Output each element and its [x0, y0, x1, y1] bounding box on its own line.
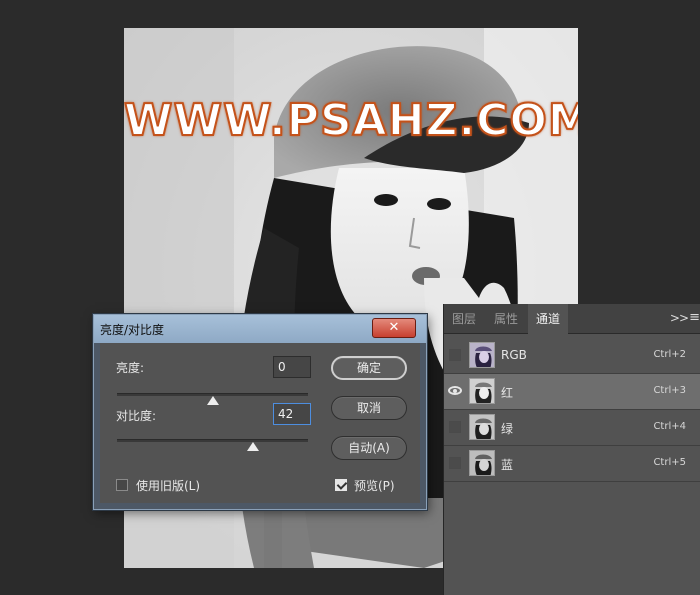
dialog-title: 亮度/对比度: [100, 323, 165, 337]
tab-layers[interactable]: 图层: [444, 304, 484, 334]
channel-thumbnail: [469, 414, 495, 440]
channels-panel: 图层 属性 通道 >> ≡ RGB Ctrl+2 红 Ctrl+3 绿 Ctrl…: [443, 304, 700, 595]
channel-name: RGB: [501, 348, 527, 362]
channel-thumbnail: [469, 378, 495, 404]
brightness-input[interactable]: 0: [273, 356, 311, 378]
watermark-text: WWW.PSAHZ.COM: [124, 94, 578, 147]
channel-row-green[interactable]: 绿 Ctrl+4: [444, 410, 700, 446]
contrast-label: 对比度:: [116, 409, 157, 423]
use-legacy-checkbox[interactable]: [116, 479, 128, 491]
channel-name: 绿: [501, 422, 514, 436]
eye-icon[interactable]: [448, 386, 462, 395]
auto-button[interactable]: 自动(A): [331, 436, 407, 460]
use-legacy-label: 使用旧版(L): [136, 479, 201, 493]
channel-row-blue[interactable]: 蓝 Ctrl+5: [444, 446, 700, 482]
preview-checkbox[interactable]: [335, 479, 347, 491]
dialog-titlebar[interactable]: 亮度/对比度 ✕: [94, 315, 426, 343]
brightness-slider-thumb[interactable]: [206, 396, 219, 405]
channel-shortcut: Ctrl+2: [653, 349, 686, 360]
contrast-slider-thumb[interactable]: [246, 442, 259, 451]
visibility-toggle[interactable]: [449, 457, 461, 469]
visibility-toggle[interactable]: [449, 349, 461, 361]
contrast-input[interactable]: 42: [273, 403, 311, 425]
ok-button[interactable]: 确定: [331, 356, 407, 380]
channel-thumbnail: [469, 342, 495, 368]
tab-channels[interactable]: 通道: [528, 304, 568, 335]
cancel-button[interactable]: 取消: [331, 396, 407, 420]
channel-row-red[interactable]: 红 Ctrl+3: [444, 374, 700, 410]
visibility-toggle[interactable]: [449, 421, 461, 433]
channel-name: 红: [501, 386, 514, 400]
double-chevron-right-icon[interactable]: >>: [670, 311, 689, 325]
close-button[interactable]: ✕: [372, 318, 416, 338]
channel-shortcut: Ctrl+5: [653, 457, 686, 468]
brightness-contrast-dialog: 亮度/对比度 ✕ 亮度: 0 对比度: 42 使用旧版(L) 确定 取消 自动(…: [93, 314, 427, 510]
channel-shortcut: Ctrl+3: [653, 385, 686, 396]
brightness-label: 亮度:: [116, 361, 145, 375]
preview-label: 预览(P): [354, 479, 395, 493]
channel-name: 蓝: [501, 458, 514, 472]
channel-thumbnail: [469, 450, 495, 476]
channel-row-rgb[interactable]: RGB Ctrl+2: [444, 338, 700, 374]
dialog-body: 亮度: 0 对比度: 42 使用旧版(L) 确定 取消 自动(A) 预览(P): [100, 343, 420, 503]
contrast-slider-track[interactable]: [117, 439, 308, 442]
panel-tab-bar: 图层 属性 通道 >> ≡: [444, 304, 700, 335]
panel-menu-icon[interactable]: ≡: [689, 310, 700, 325]
tab-properties[interactable]: 属性: [484, 304, 528, 334]
channel-shortcut: Ctrl+4: [653, 421, 686, 432]
